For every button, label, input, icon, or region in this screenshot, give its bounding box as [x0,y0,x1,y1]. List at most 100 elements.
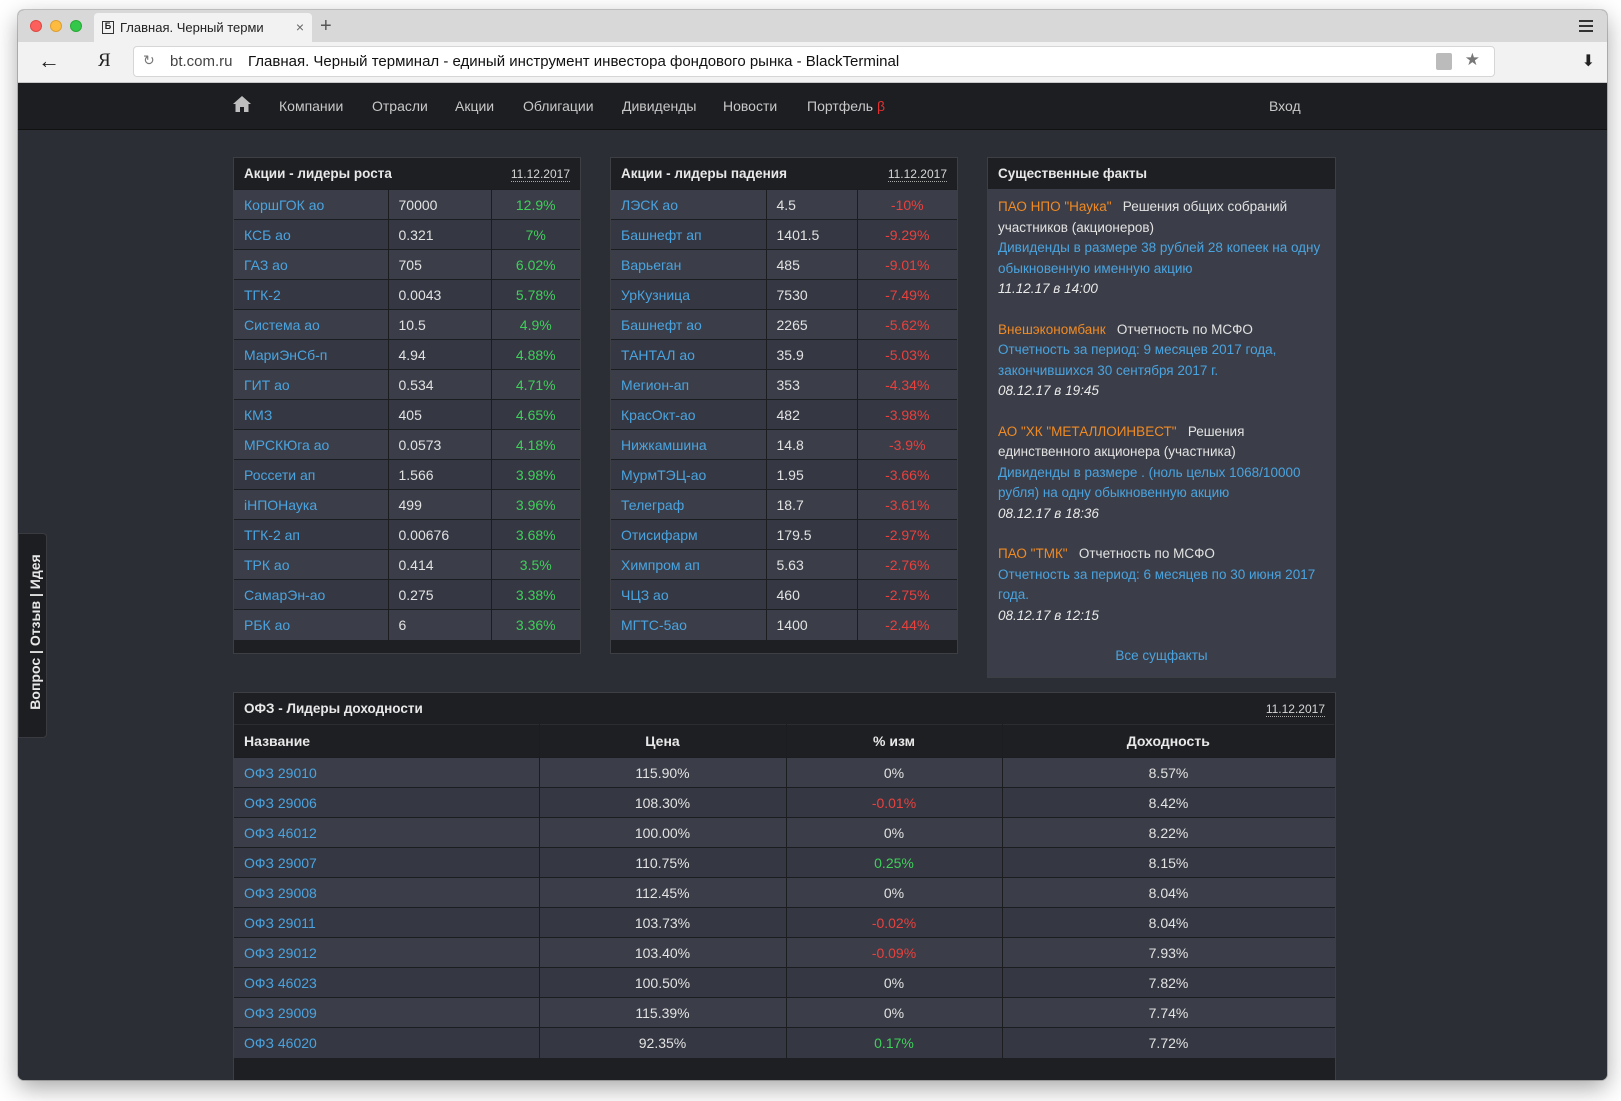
fact-company-link[interactable]: Внешэкономбанк [998,322,1106,337]
table-row[interactable]: КрасОкт-ао 482 -3.98% [611,399,957,430]
stock-name-link[interactable]: ТГК-2 [234,279,389,310]
table-row[interactable]: ОФЗ 29012 103.40% -0.09% 7.93% [234,937,1335,968]
table-row[interactable]: ОФЗ 29011 103.73% -0.02% 8.04% [234,907,1335,938]
table-row[interactable]: РБК ао 6 3.36% [234,609,580,640]
download-icon[interactable]: ⬇ [1582,51,1595,71]
stock-name-link[interactable]: МариЭнСб-п [234,339,389,370]
table-row[interactable]: МРСКЮга ао 0.0573 4.18% [234,429,580,460]
table-row[interactable]: ОФЗ 46023 100.50% 0% 7.82% [234,967,1335,998]
table-row[interactable]: Варьеган 485 -9.01% [611,249,957,280]
stock-name-link[interactable]: Нижкамшина [611,429,767,460]
column-header-name[interactable]: Название [234,724,540,758]
new-tab-button[interactable]: + [320,13,332,39]
bond-name-link[interactable]: ОФЗ 46023 [234,967,540,998]
stock-name-link[interactable]: iНПОНаука [234,489,389,520]
nav-industries[interactable]: Отрасли [372,98,428,114]
table-row[interactable]: ОФЗ 29010 115.90% 0% 8.57% [234,757,1335,788]
table-row[interactable]: Отисифарм 179.5 -2.97% [611,519,957,550]
bookmark-star-icon[interactable]: ★ [1465,50,1480,70]
table-row[interactable]: ЛЭСК ао 4.5 -10% [611,189,957,220]
stock-name-link[interactable]: МурмТЭЦ-ао [611,459,767,490]
losers-date[interactable]: 11.12.2017 [887,167,947,182]
column-header-change[interactable]: % изм [786,724,1003,758]
stock-name-link[interactable]: ГИТ ао [234,369,389,400]
stock-name-link[interactable]: ЧЦЗ ао [611,579,767,610]
column-header-price[interactable]: Цена [539,724,787,758]
stock-name-link[interactable]: Башнефт ао [611,309,767,340]
table-row[interactable]: УрКузница 7530 -7.49% [611,279,957,310]
stock-name-link[interactable]: Отисифарм [611,519,767,550]
login-link[interactable]: Вход [1269,98,1301,114]
table-row[interactable]: ТАНТАЛ ао 35.9 -5.03% [611,339,957,370]
table-row[interactable]: ОФЗ 29009 115.39% 0% 7.74% [234,997,1335,1028]
fact-description-link[interactable]: Дивиденды в размере . (ноль целых 1068/1… [998,463,1325,504]
bond-name-link[interactable]: ОФЗ 29008 [234,877,540,908]
table-row[interactable]: ОФЗ 46012 100.00% 0% 8.22% [234,817,1335,848]
bond-name-link[interactable]: ОФЗ 46020 [234,1027,540,1058]
stock-name-link[interactable]: КоршГОК ао [234,189,389,220]
stock-name-link[interactable]: КСБ ао [234,219,389,250]
lock-icon[interactable] [1436,53,1452,70]
table-row[interactable]: ОФЗ 29007 110.75% 0.25% 8.15% [234,847,1335,878]
table-row[interactable]: Телеграф 18.7 -3.61% [611,489,957,520]
table-row[interactable]: Башнефт ао 2265 -5.62% [611,309,957,340]
stock-name-link[interactable]: Башнефт ап [611,219,767,250]
bond-name-link[interactable]: ОФЗ 29011 [234,907,540,938]
feedback-tab[interactable]: Вопрос | Отзыв | Идея [18,533,47,738]
table-row[interactable]: ОФЗ 46020 92.35% 0.17% 7.72% [234,1027,1335,1058]
stock-name-link[interactable]: ГАЗ ао [234,249,389,280]
fact-description-link[interactable]: Отчетность за период: 9 месяцев 2017 год… [998,340,1325,381]
stock-name-link[interactable]: ТРК ао [234,549,389,580]
stock-name-link[interactable]: РБК ао [234,609,389,640]
all-facts-link[interactable]: Все сущфакты [998,646,1325,667]
stock-name-link[interactable]: ЛЭСК ао [611,189,767,220]
stock-name-link[interactable]: ТАНТАЛ ао [611,339,767,370]
table-row[interactable]: ТГК-2 ап 0.00676 3.68% [234,519,580,550]
stock-name-link[interactable]: ТГК-2 ап [234,519,389,550]
stock-name-link[interactable]: УрКузница [611,279,767,310]
table-row[interactable]: ТГК-2 0.0043 5.78% [234,279,580,310]
stock-name-link[interactable]: Россети ап [234,459,389,490]
nav-companies[interactable]: Компании [279,98,343,114]
ofz-date[interactable]: 11.12.2017 [1265,702,1325,717]
fact-description-link[interactable]: Отчетность за период: 6 месяцев по 30 ию… [998,565,1325,606]
table-row[interactable]: ЧЦЗ ао 460 -2.75% [611,579,957,610]
fact-company-link[interactable]: АО "ХК "МЕТАЛЛОИНВЕСТ" [998,424,1177,439]
nav-dividends[interactable]: Дивиденды [622,98,696,114]
table-row[interactable]: КМЗ 405 4.65% [234,399,580,430]
reload-icon[interactable]: ↻ [143,52,155,69]
table-row[interactable]: ГАЗ ао 705 6.02% [234,249,580,280]
nav-portfolio[interactable]: Портфель β [807,98,885,114]
stock-name-link[interactable]: СамарЭн-ао [234,579,389,610]
stock-name-link[interactable]: Телеграф [611,489,767,520]
table-row[interactable]: МурмТЭЦ-ао 1.95 -3.66% [611,459,957,490]
table-row[interactable]: ГИТ ао 0.534 4.71% [234,369,580,400]
table-row[interactable]: Мегион-ап 353 -4.34% [611,369,957,400]
nav-stocks[interactable]: Акции [455,98,494,114]
bond-name-link[interactable]: ОФЗ 29007 [234,847,540,878]
table-row[interactable]: Система ао 10.5 4.9% [234,309,580,340]
bond-name-link[interactable]: ОФЗ 29010 [234,757,540,788]
stock-name-link[interactable]: МРСКЮга ао [234,429,389,460]
table-row[interactable]: Башнефт ап 1401.5 -9.29% [611,219,957,250]
nav-bonds[interactable]: Облигации [523,98,594,114]
table-row[interactable]: ОФЗ 29006 108.30% -0.01% 8.42% [234,787,1335,818]
minimize-window-button[interactable] [50,20,62,32]
maximize-window-button[interactable] [70,20,82,32]
browser-tab[interactable]: Б Главная. Черный терми × [94,13,312,42]
table-row[interactable]: КоршГОК ао 70000 12.9% [234,189,580,220]
yandex-logo-icon[interactable]: Я [98,50,111,72]
table-row[interactable]: МариЭнСб-п 4.94 4.88% [234,339,580,370]
stock-name-link[interactable]: МГТС-5ао [611,609,767,640]
table-row[interactable]: Россети ап 1.566 3.98% [234,459,580,490]
table-row[interactable]: ОФЗ 29008 112.45% 0% 8.04% [234,877,1335,908]
url-field[interactable]: ↻ bt.com.ru Главная. Черный терминал - е… [134,47,1494,76]
table-row[interactable]: КСБ ао 0.321 7% [234,219,580,250]
stock-name-link[interactable]: КрасОкт-ао [611,399,767,430]
bond-name-link[interactable]: ОФЗ 29006 [234,787,540,818]
column-header-yield[interactable]: Доходность [1002,724,1335,758]
bond-name-link[interactable]: ОФЗ 29012 [234,937,540,968]
table-row[interactable]: СамарЭн-ао 0.275 3.38% [234,579,580,610]
table-row[interactable]: Химпром ап 5.63 -2.76% [611,549,957,580]
tab-close-icon[interactable]: × [296,13,304,42]
